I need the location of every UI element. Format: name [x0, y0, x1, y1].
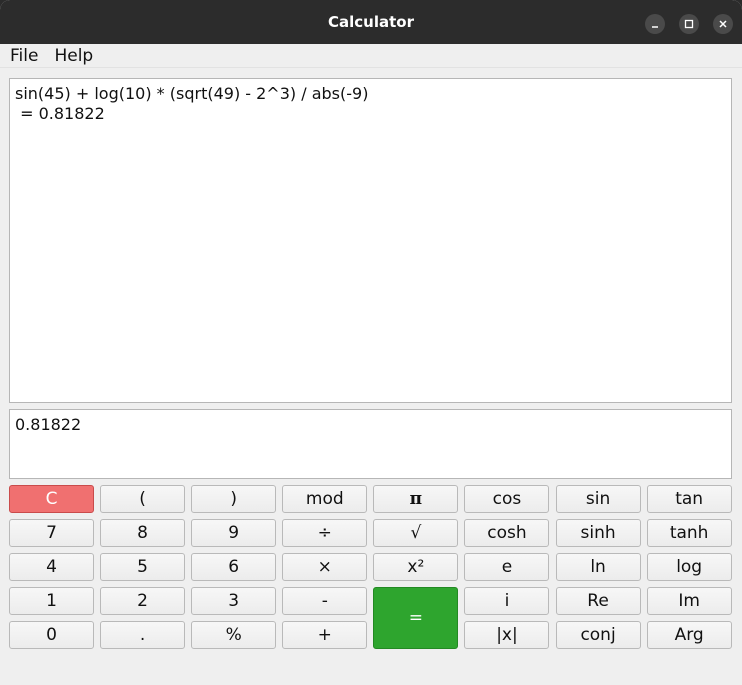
- percent-button[interactable]: %: [191, 621, 277, 649]
- digit-8-button[interactable]: 8: [100, 519, 186, 547]
- digit-1-button[interactable]: 1: [9, 587, 94, 615]
- calculator-window: Calculator File Help sin(45) + log(10) *…: [0, 0, 742, 685]
- imag-part-button[interactable]: Im: [646, 587, 732, 615]
- plus-button[interactable]: +: [282, 621, 368, 649]
- maximize-icon: [684, 19, 694, 29]
- multiply-button[interactable]: ×: [282, 553, 368, 581]
- minus-button[interactable]: -: [282, 587, 368, 615]
- history-display[interactable]: sin(45) + log(10) * (sqrt(49) - 2^3) / a…: [9, 78, 732, 403]
- pi-button[interactable]: π: [373, 485, 459, 513]
- clear-button[interactable]: C: [9, 485, 94, 513]
- sqrt-button[interactable]: √: [373, 519, 459, 547]
- cosh-button[interactable]: cosh: [464, 519, 550, 547]
- window-title: Calculator: [328, 13, 414, 31]
- tanh-button[interactable]: tanh: [646, 519, 732, 547]
- tan-button[interactable]: tan: [646, 485, 732, 513]
- minimize-icon: [652, 26, 658, 28]
- cos-button[interactable]: cos: [464, 485, 550, 513]
- digit-4-button[interactable]: 4: [9, 553, 94, 581]
- square-button[interactable]: x²: [373, 553, 459, 581]
- digit-2-button[interactable]: 2: [100, 587, 186, 615]
- minimize-button[interactable]: [645, 14, 665, 34]
- close-paren-button[interactable]: ): [191, 485, 277, 513]
- real-part-button[interactable]: Re: [555, 587, 641, 615]
- equals-button[interactable]: =: [373, 587, 459, 649]
- open-paren-button[interactable]: (: [100, 485, 186, 513]
- imaginary-button[interactable]: i: [464, 587, 550, 615]
- divide-button[interactable]: ÷: [282, 519, 368, 547]
- menu-help[interactable]: Help: [44, 46, 99, 66]
- arg-button[interactable]: Arg: [646, 621, 732, 649]
- menu-bar: File Help: [0, 44, 742, 68]
- menu-file[interactable]: File: [0, 46, 44, 66]
- digit-9-button[interactable]: 9: [191, 519, 277, 547]
- digit-6-button[interactable]: 6: [191, 553, 277, 581]
- abs-button[interactable]: |x|: [464, 621, 550, 649]
- digit-5-button[interactable]: 5: [100, 553, 186, 581]
- e-button[interactable]: e: [464, 553, 550, 581]
- decimal-button[interactable]: .: [100, 621, 186, 649]
- keypad: C() mod π cos sin tan 7 8 9 ÷ √ cosh sinh tanh 4 5 6 × x² e…: [9, 485, 733, 649]
- maximize-button[interactable]: [679, 14, 699, 34]
- digit-0-button[interactable]: 0: [9, 621, 94, 649]
- sin-button[interactable]: sin: [555, 485, 641, 513]
- close-button[interactable]: [713, 14, 733, 34]
- digit-3-button[interactable]: 3: [191, 587, 277, 615]
- ln-button[interactable]: ln: [555, 553, 641, 581]
- expression-input[interactable]: 0.81822: [9, 409, 732, 479]
- digit-7-button[interactable]: 7: [9, 519, 94, 547]
- history-result: = 0.81822: [15, 104, 105, 123]
- sinh-button[interactable]: sinh: [555, 519, 641, 547]
- title-bar: Calculator: [0, 0, 742, 44]
- mod-button[interactable]: mod: [282, 485, 368, 513]
- close-icon: [719, 20, 727, 28]
- conj-button[interactable]: conj: [555, 621, 641, 649]
- log-button[interactable]: log: [646, 553, 732, 581]
- history-expression: sin(45) + log(10) * (sqrt(49) - 2^3) / a…: [15, 84, 369, 103]
